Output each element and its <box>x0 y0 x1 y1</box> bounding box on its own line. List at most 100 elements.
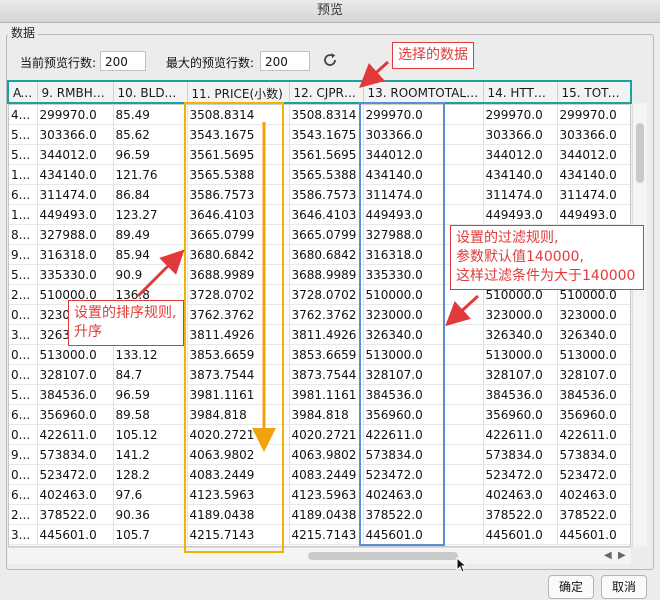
table-row[interactable]: 9... 573834.0 141.2 4063.9802 4063.9802 57383… <box>9 444 630 465</box>
table-cell: 3586.7573 <box>187 184 290 205</box>
table-cell: 84.7 <box>113 364 188 385</box>
table-cell: 3873.7544 <box>289 364 364 385</box>
table-cell: 89.49 <box>113 224 188 245</box>
table-cell: 0... <box>9 424 38 445</box>
table-row[interactable]: 0... 523472.0 128.2 4083.2449 4083.2449 52347… <box>9 464 630 485</box>
table-cell: 384536.0 <box>557 384 630 405</box>
filter-rule-callout: 设置的过滤规则, 参数默认值140000, 这样过滤条件为大于140000 <box>450 225 644 290</box>
max-rows-input[interactable]: 200 <box>260 51 310 71</box>
table-cell: 328107.0 <box>37 364 114 385</box>
table-cell: 3728.0702 <box>289 284 364 305</box>
table-cell: 3984.818 <box>187 404 290 425</box>
table-cell: 89.58 <box>113 404 188 425</box>
table-cell: 3762.3762 <box>187 304 290 325</box>
column-header[interactable]: 11. PRICE(小数) <box>187 82 290 105</box>
table-cell: 4083.2449 <box>187 464 290 485</box>
table-cell: 299970.0 <box>37 104 114 125</box>
table-cell: 2... <box>9 284 38 305</box>
table-cell: 3565.5388 <box>289 164 364 185</box>
scroll-left-arrow-icon[interactable]: ◀ <box>604 550 612 561</box>
table-cell: 445601.0 <box>557 524 630 545</box>
vertical-scrollbar[interactable] <box>632 103 647 547</box>
table-cell: 402463.0 <box>483 484 558 505</box>
table-cell: 90.36 <box>113 504 188 525</box>
table-cell: 3688.9989 <box>289 264 364 285</box>
table-row[interactable]: 5... 384536.0 96.59 3981.1161 3981.1161 38453… <box>9 384 630 405</box>
table-cell: 4123.5963 <box>289 484 364 505</box>
table-row[interactable]: 4... 299970.0 85.49 3508.8314 3508.8314 29997… <box>9 104 630 125</box>
table-cell: 3680.6842 <box>187 244 290 265</box>
table-cell: 326340.0 <box>483 324 558 345</box>
column-header[interactable]: 9. RMBHT... <box>37 82 114 105</box>
table-cell: 311474.0 <box>37 184 114 205</box>
table-row[interactable]: 1... 449493.0 123.27 3646.4103 3646.4103 4494… <box>9 204 630 225</box>
table-cell: 3984.818 <box>289 404 364 425</box>
table-cell: 3762.3762 <box>289 304 364 325</box>
table-cell: 573834.0 <box>37 444 114 465</box>
table-row[interactable]: 0... 328107.0 84.7 3873.7544 3873.7544 328107… <box>9 364 630 385</box>
table-cell: 123.27 <box>113 204 188 225</box>
table-cell: 1... <box>9 164 38 185</box>
table-cell: 378522.0 <box>557 504 630 525</box>
table-row[interactable]: 0... 422611.0 105.12 4020.2721 4020.2721 4226… <box>9 424 630 445</box>
horizontal-scroll-thumb[interactable] <box>308 552 458 560</box>
table-cell: 9... <box>9 444 38 465</box>
table-cell: 328107.0 <box>483 364 558 385</box>
table-cell: 378522.0 <box>483 504 558 525</box>
table-cell: 4215.7143 <box>289 524 364 545</box>
table-cell: 311474.0 <box>363 184 484 205</box>
column-header[interactable]: AT... <box>9 82 38 105</box>
column-header[interactable]: 10. BLDA... <box>113 82 188 105</box>
scroll-right-arrow-icon[interactable]: ▶ <box>618 550 626 561</box>
table-cell: 3565.5388 <box>187 164 290 185</box>
vertical-scroll-thumb[interactable] <box>636 123 644 183</box>
column-header[interactable]: 14. HTTO... <box>483 82 558 105</box>
column-header[interactable]: 15. TOTA... <box>557 82 630 105</box>
table-row[interactable]: 6... 311474.0 86.84 3586.7573 3586.7573 31147… <box>9 184 630 205</box>
table-row[interactable]: 5... 303366.0 85.62 3543.1675 3543.1675 30336… <box>9 124 630 145</box>
filter-rule-text-3: 这样过滤条件为大于140000 <box>456 268 636 284</box>
table-row[interactable]: 3... 445601.0 105.7 4215.7143 4215.7143 44560… <box>9 524 630 545</box>
table-cell: 573834.0 <box>557 444 630 465</box>
table-cell: 3680.6842 <box>289 244 364 265</box>
table-cell: 5... <box>9 384 38 405</box>
sort-rule-callout: 设置的排序规则, 升序 <box>68 300 184 346</box>
table-row[interactable]: 0... 513000.0 133.12 3853.6659 3853.6659 5130… <box>9 344 630 365</box>
table-row[interactable]: 2... 378522.0 90.36 4189.0438 4189.0438 37852… <box>9 504 630 525</box>
table-cell: 5... <box>9 144 38 165</box>
table-row[interactable]: 6... 356960.0 89.58 3984.818 3984.818 356960.… <box>9 404 630 425</box>
table-cell: 513000.0 <box>363 344 484 365</box>
table-cell: 434140.0 <box>557 164 630 185</box>
table-row[interactable]: 5... 344012.0 96.59 3561.5695 3561.5695 34401… <box>9 144 630 165</box>
current-rows-input[interactable]: 200 <box>100 51 146 71</box>
table-cell: 326340.0 <box>557 324 630 345</box>
table-cell: 344012.0 <box>363 144 484 165</box>
table-cell: 323000.0 <box>363 304 484 325</box>
table-cell: 402463.0 <box>557 484 630 505</box>
ok-button[interactable]: 确定 <box>548 575 594 599</box>
table-cell: 422611.0 <box>557 424 630 445</box>
table-cell: 0... <box>9 464 38 485</box>
table-cell: 4063.9802 <box>289 444 364 465</box>
table-row[interactable]: 1... 434140.0 121.76 3565.5388 3565.5388 4341… <box>9 164 630 185</box>
table-cell: 303366.0 <box>483 124 558 145</box>
horizontal-scrollbar[interactable]: ◀ ▶ <box>8 547 631 564</box>
table-cell: 445601.0 <box>483 524 558 545</box>
table-cell: 105.7 <box>113 524 188 545</box>
column-header[interactable]: 13. ROOMTOTAL(... <box>363 82 484 105</box>
table-cell: 6... <box>9 404 38 425</box>
table-cell: 344012.0 <box>37 144 114 165</box>
table-cell: 513000.0 <box>37 344 114 365</box>
table-row[interactable]: 6... 402463.0 97.6 4123.5963 4123.5963 402463… <box>9 484 630 505</box>
table-cell: 434140.0 <box>37 164 114 185</box>
table-cell: 4123.5963 <box>187 484 290 505</box>
refresh-button[interactable] <box>321 51 339 69</box>
table-cell: 303366.0 <box>363 124 484 145</box>
table-cell: 4... <box>9 104 38 125</box>
cancel-button[interactable]: 取消 <box>601 575 647 599</box>
window-title: 预览 <box>316 3 343 18</box>
table-cell: 3853.6659 <box>187 344 290 365</box>
table-cell: 573834.0 <box>363 444 484 465</box>
column-header[interactable]: 12. CJPRI... <box>289 82 364 105</box>
table-cell: 3646.4103 <box>187 204 290 225</box>
